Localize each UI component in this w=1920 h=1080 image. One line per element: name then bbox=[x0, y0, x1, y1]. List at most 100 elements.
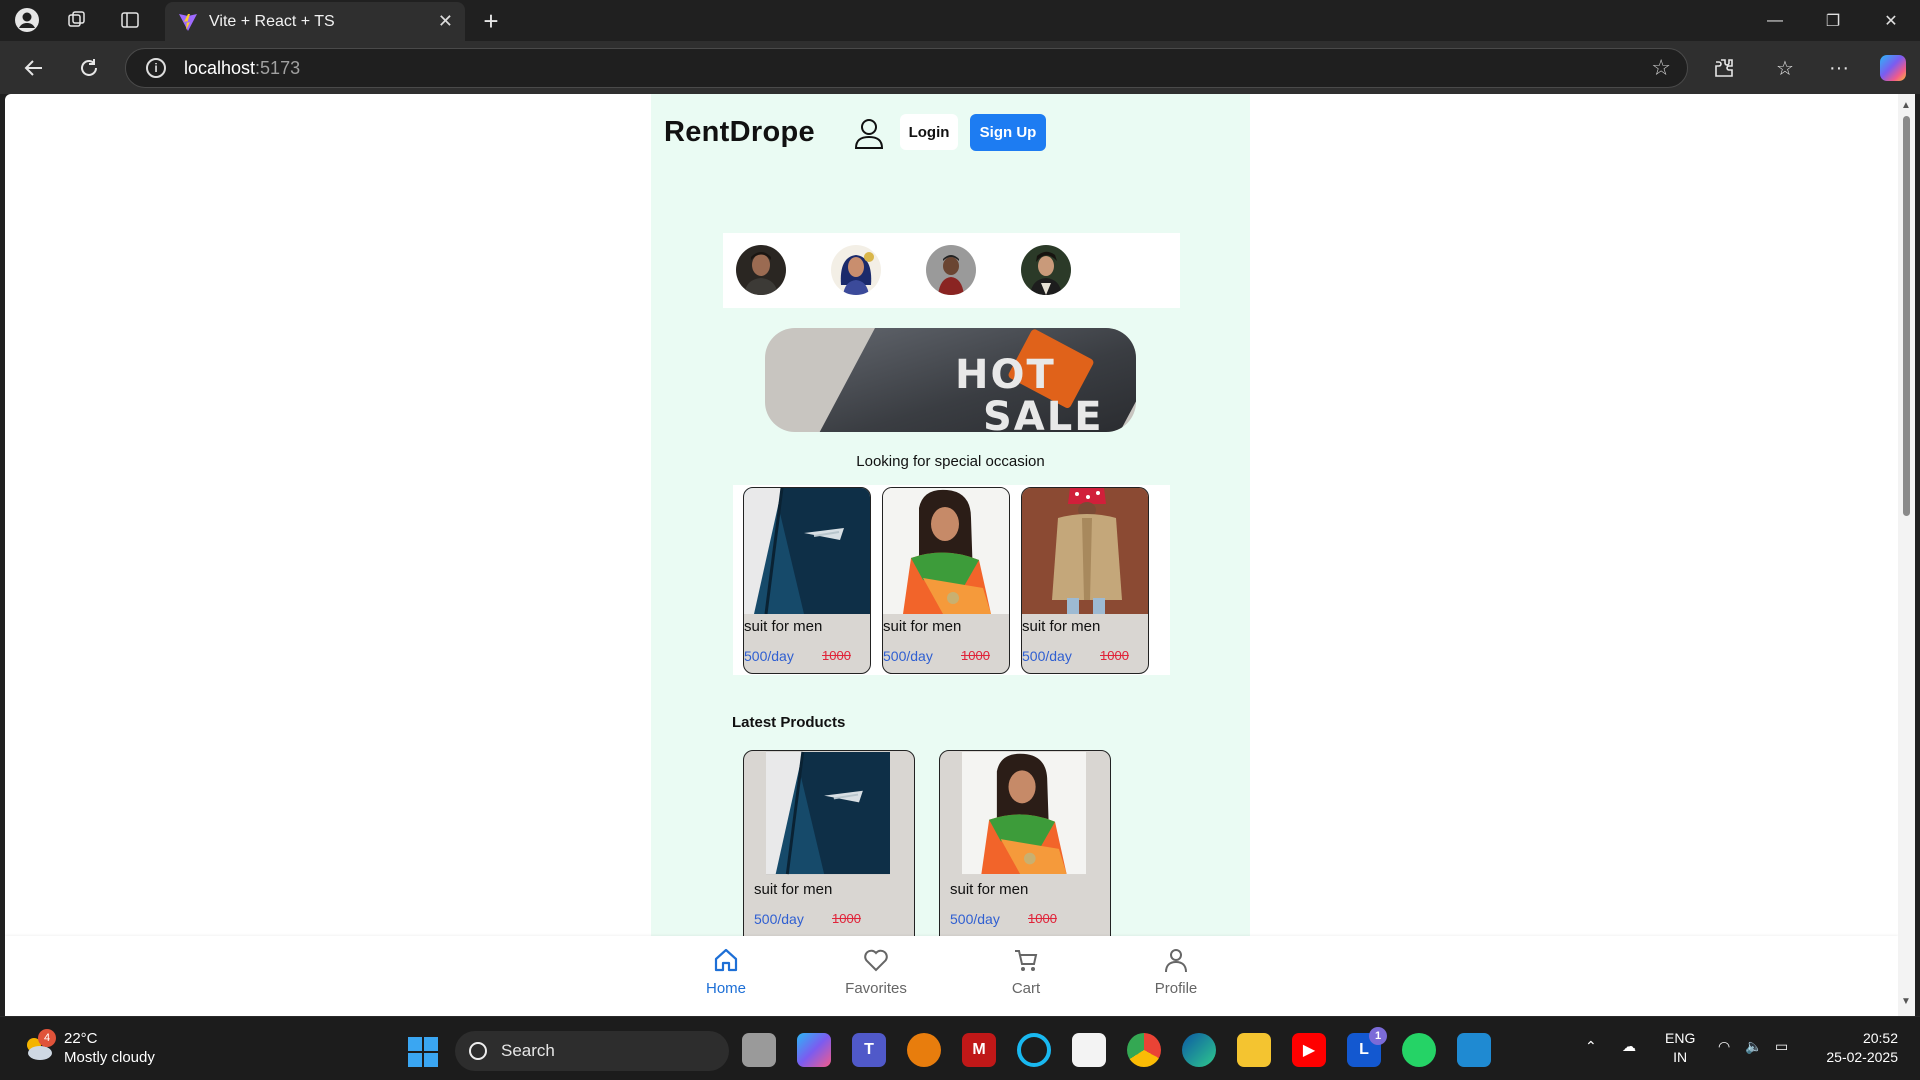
browser-tab-active[interactable]: Vite + React + TS ✕ bbox=[165, 2, 465, 41]
product-card[interactable]: suit for men 500/day 1000 bbox=[1021, 487, 1149, 674]
nav-profile[interactable]: Profile bbox=[1131, 946, 1221, 997]
product-title: suit for men bbox=[950, 881, 1029, 898]
file-explorer-icon[interactable] bbox=[1237, 1033, 1271, 1067]
task-view-icon[interactable] bbox=[742, 1033, 776, 1067]
tray-overflow-icon[interactable]: ⌃ bbox=[1585, 1037, 1597, 1056]
teams-icon[interactable]: T bbox=[852, 1033, 886, 1067]
windows-taskbar: 4 22°C Mostly cloudy Search T M ▶ L 1 ⌃ … bbox=[0, 1016, 1920, 1080]
language-indicator[interactable]: ENG IN bbox=[1665, 1029, 1695, 1067]
mcafee-icon[interactable]: M bbox=[962, 1033, 996, 1067]
more-options-icon[interactable]: ··· bbox=[1820, 49, 1858, 87]
weather-condition: Mostly cloudy bbox=[64, 1049, 155, 1066]
nav-cart[interactable]: Cart bbox=[981, 946, 1071, 997]
product-card[interactable]: suit for men 500/day 1000 bbox=[743, 487, 871, 674]
banner-text-hot: HOT bbox=[955, 352, 1056, 398]
banner-text-sale: SALE bbox=[983, 394, 1104, 432]
product-image-suit bbox=[744, 488, 870, 614]
l-app-icon[interactable]: L 1 bbox=[1347, 1027, 1387, 1067]
url-bar[interactable]: i localhost:5173 ☆ bbox=[125, 48, 1688, 88]
product-title: suit for men bbox=[754, 881, 833, 898]
app-container: RentDrope Login Sign Up HOT SALE Looking… bbox=[651, 94, 1250, 1016]
product-price: 500/day bbox=[950, 911, 1000, 927]
blender-icon[interactable] bbox=[907, 1033, 941, 1067]
extensions-icon[interactable] bbox=[1705, 49, 1743, 87]
occasion-products: suit for men 500/day 1000 suit for men 5… bbox=[733, 485, 1170, 675]
edge-icon[interactable] bbox=[1182, 1033, 1216, 1067]
vertical-tabs-icon[interactable] bbox=[110, 0, 150, 40]
clock[interactable]: 20:52 25-02-2025 bbox=[1818, 1029, 1898, 1067]
chrome-icon[interactable] bbox=[1127, 1033, 1161, 1067]
page-viewport: RentDrope Login Sign Up HOT SALE Looking… bbox=[5, 94, 1898, 1016]
bottom-navigation: Home Favorites Cart Profile bbox=[5, 936, 1898, 1016]
signup-button[interactable]: Sign Up bbox=[970, 114, 1046, 151]
search-label: Search bbox=[501, 1041, 555, 1060]
whatsapp-icon[interactable] bbox=[1402, 1033, 1436, 1067]
onedrive-icon[interactable]: ☁ bbox=[1622, 1037, 1636, 1056]
product-mrp: 1000 bbox=[1028, 911, 1057, 926]
user-icon[interactable] bbox=[854, 118, 884, 150]
profile-icon bbox=[1165, 949, 1187, 973]
temperature: 22°C bbox=[64, 1030, 98, 1047]
product-mrp: 1000 bbox=[961, 648, 990, 663]
latest-products-heading: Latest Products bbox=[732, 714, 846, 731]
youtube-icon[interactable]: ▶ bbox=[1292, 1033, 1326, 1067]
profile-avatar-icon[interactable] bbox=[7, 0, 47, 40]
taskbar-search[interactable]: Search bbox=[455, 1031, 729, 1071]
new-tab-icon[interactable]: + bbox=[475, 2, 507, 40]
restore-icon[interactable]: ❐ bbox=[1804, 0, 1862, 41]
favorites-collection-icon[interactable]: ☆ bbox=[1766, 49, 1804, 87]
lang-code: ENG bbox=[1665, 1030, 1696, 1046]
cart-icon bbox=[1015, 950, 1038, 971]
nav-cart-label: Cart bbox=[1011, 980, 1041, 997]
url-host: localhost bbox=[184, 57, 256, 78]
minimize-icon[interactable]: — bbox=[1746, 0, 1804, 41]
scroll-up-icon[interactable]: ▲ bbox=[1901, 100, 1911, 111]
heart-icon bbox=[864, 949, 888, 972]
product-title: suit for men bbox=[1022, 618, 1101, 635]
browser-tab-bar: Vite + React + TS ✕ + — ❐ ✕ bbox=[0, 0, 1920, 41]
product-title: suit for men bbox=[744, 618, 823, 635]
refresh-icon[interactable] bbox=[70, 49, 108, 87]
scrollbar-thumb[interactable] bbox=[1903, 116, 1910, 516]
vite-favicon-icon bbox=[179, 13, 197, 31]
product-image-jacket bbox=[1022, 488, 1148, 614]
window-close-icon[interactable]: ✕ bbox=[1862, 0, 1920, 41]
latest-product-card[interactable]: suit for men 500/day 1000 bbox=[939, 750, 1111, 950]
login-button[interactable]: Login bbox=[900, 114, 958, 150]
battery-icon[interactable]: ▭ bbox=[1775, 1037, 1788, 1056]
tab-close-icon[interactable]: ✕ bbox=[438, 11, 453, 32]
workspaces-icon[interactable] bbox=[57, 0, 97, 40]
nav-favorites-label: Favorites bbox=[845, 980, 907, 997]
nav-favorites[interactable]: Favorites bbox=[831, 946, 921, 997]
copilot-icon[interactable] bbox=[1874, 49, 1912, 87]
scroll-down-icon[interactable]: ▼ bbox=[1901, 996, 1911, 1007]
store-icon[interactable] bbox=[1072, 1033, 1106, 1067]
product-image-saree bbox=[962, 751, 1086, 875]
hot-sale-banner[interactable]: HOT SALE bbox=[765, 328, 1136, 432]
product-price: 500/day bbox=[1022, 648, 1072, 664]
back-icon[interactable] bbox=[15, 49, 53, 87]
product-price: 500/day bbox=[744, 648, 794, 664]
volume-icon[interactable]: 🔈 bbox=[1745, 1037, 1762, 1056]
nav-home[interactable]: Home bbox=[681, 946, 771, 997]
url-port: :5173 bbox=[255, 57, 301, 78]
avatar-man[interactable] bbox=[736, 245, 786, 295]
weather-badge: 4 bbox=[38, 1029, 56, 1047]
weather-widget[interactable]: 4 22°C Mostly cloudy bbox=[22, 1029, 155, 1067]
avatar-kid[interactable] bbox=[926, 245, 976, 295]
avatar-woman[interactable] bbox=[831, 245, 881, 295]
brand-logo[interactable]: RentDrope bbox=[664, 116, 815, 149]
page-scrollbar[interactable]: ▲ ▼ bbox=[1898, 94, 1915, 1016]
copilot-app-icon[interactable] bbox=[797, 1033, 831, 1067]
site-info-icon[interactable]: i bbox=[146, 58, 166, 78]
product-card[interactable]: suit for men 500/day 1000 bbox=[882, 487, 1010, 674]
vscode-icon[interactable] bbox=[1457, 1033, 1491, 1067]
product-mrp: 1000 bbox=[822, 648, 851, 663]
favorite-star-icon[interactable]: ☆ bbox=[1651, 55, 1671, 81]
cortana-icon[interactable] bbox=[1017, 1033, 1051, 1067]
windows-start-icon[interactable] bbox=[408, 1037, 438, 1067]
avatar-young-man[interactable] bbox=[1021, 245, 1071, 295]
wifi-icon[interactable]: ◠ bbox=[1718, 1037, 1730, 1056]
latest-product-card[interactable]: suit for men 500/day 1000 bbox=[743, 750, 915, 950]
product-price: 500/day bbox=[883, 648, 933, 664]
